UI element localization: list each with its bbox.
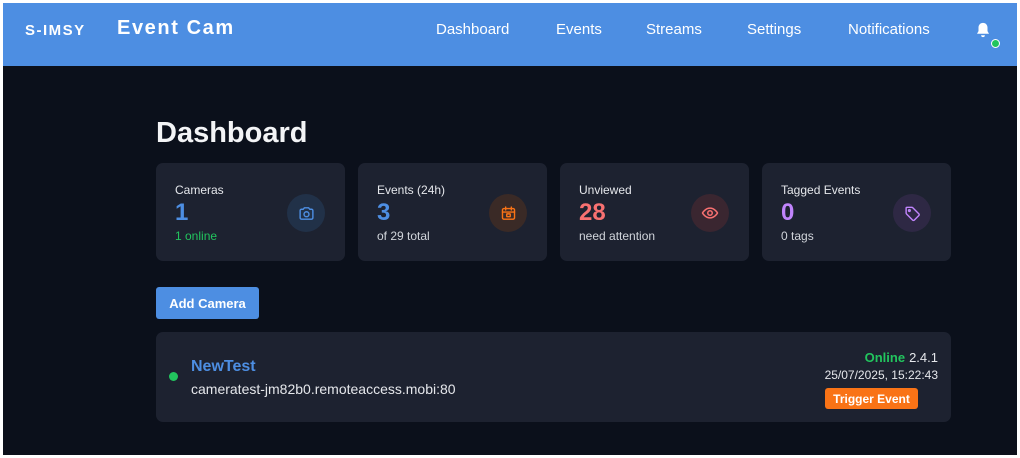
stat-card-tagged: Tagged Events 0 0 tags <box>762 163 951 261</box>
stat-card-unviewed: Unviewed 28 need attention <box>560 163 749 261</box>
trigger-event-button[interactable]: Trigger Event <box>825 388 918 409</box>
camera-icon <box>298 206 314 220</box>
nav-streams[interactable]: Streams <box>646 21 702 38</box>
nav-settings[interactable]: Settings <box>747 21 801 38</box>
nav-events[interactable]: Events <box>556 21 602 38</box>
camera-name-link[interactable]: NewTest <box>191 358 256 376</box>
camera-last-seen: 25/07/2025, 15:22:43 <box>824 368 938 382</box>
stat-value: 1 <box>175 199 189 226</box>
camera-status-text: Online <box>864 350 906 365</box>
eye-icon <box>701 207 719 219</box>
stat-icon-badge <box>893 194 931 232</box>
nav-notifications[interactable]: Notifications <box>848 21 930 38</box>
stat-subtext: 1 online <box>175 229 218 243</box>
logo: S-IMSY <box>25 22 86 39</box>
stat-icon-badge <box>691 194 729 232</box>
bell-icon[interactable] <box>974 20 992 40</box>
tag-icon <box>904 206 920 221</box>
calendar-icon <box>501 205 515 220</box>
stat-value: 0 <box>781 199 795 226</box>
camera-list-item: NewTest cameratest-jm82b0.remoteaccess.m… <box>156 332 951 422</box>
stat-card-cameras: Cameras 1 1 online <box>156 163 345 261</box>
stat-card-events: Events (24h) 3 of 29 total <box>358 163 547 261</box>
page-title: Dashboard <box>156 117 308 149</box>
nav-dashboard[interactable]: Dashboard <box>436 21 509 38</box>
stat-label: Events (24h) <box>377 183 446 197</box>
top-navbar: S-IMSY Event Cam Dashboard Events Stream… <box>3 3 1017 66</box>
stat-icon-badge <box>287 194 325 232</box>
stat-value: 28 <box>579 199 606 226</box>
stat-subtext: need attention <box>579 229 656 243</box>
add-camera-button[interactable]: Add Camera <box>156 287 259 319</box>
app-window: S-IMSY Event Cam Dashboard Events Stream… <box>3 3 1017 455</box>
camera-host: cameratest-jm82b0.remoteaccess.mobi:80 <box>191 381 456 397</box>
stat-label: Unviewed <box>579 183 632 197</box>
stat-subtext: of 29 total <box>377 229 430 243</box>
camera-status-dot <box>169 372 178 381</box>
stat-icon-badge <box>489 194 527 232</box>
app-title: Event Cam <box>117 17 235 39</box>
stat-label: Cameras <box>175 183 224 197</box>
connection-status-dot <box>991 39 1000 48</box>
stat-value: 3 <box>377 199 391 226</box>
camera-status-line: Online 2.4.1 <box>865 349 938 367</box>
stat-label: Tagged Events <box>781 183 861 197</box>
camera-version: 2.4.1 <box>909 350 938 365</box>
stat-subtext: 0 tags <box>781 229 814 243</box>
